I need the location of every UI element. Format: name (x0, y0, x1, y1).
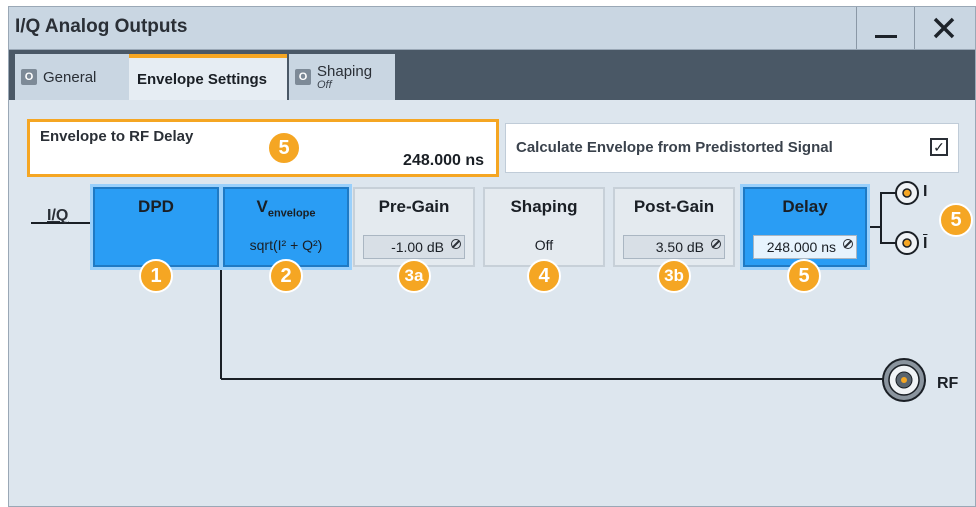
venvelope-title-sub: envelope (267, 207, 316, 220)
rf-output-label: RF (937, 375, 959, 392)
delay-value[interactable]: 248.000 ns (753, 235, 857, 259)
envelope-rf-delay-value[interactable]: 248.000 ns (403, 152, 484, 170)
delay-value-text: 248.000 ns (766, 239, 836, 255)
badge-venvelope: 2 (269, 259, 303, 293)
calculate-envelope-label: Calculate Envelope from Predistorted Sig… (516, 139, 833, 156)
shaping-block[interactable]: Shaping Off (483, 187, 605, 267)
badge-delay: 5 (787, 259, 821, 293)
pre-gain-title: Pre-Gain (378, 197, 450, 216)
minimize-icon (875, 35, 897, 38)
pre-gain-value-text: -1.00 dB (391, 239, 444, 255)
calculate-envelope-checkbox[interactable]: ✓ (930, 138, 948, 156)
tab-shaping-indicator: O (295, 69, 311, 85)
delay-block[interactable]: Delay 248.000 ns (740, 184, 870, 270)
dpd-title: DPD (138, 197, 174, 216)
pre-gain-value[interactable]: -1.00 dB (363, 235, 465, 259)
badge-delay-field: 5 (267, 131, 301, 165)
venvelope-block[interactable]: Venvelope sqrt(I² + Q²) (220, 184, 352, 270)
calculate-envelope-field[interactable]: Calculate Envelope from Predistorted Sig… (505, 123, 959, 173)
tab-envelope-label: Envelope Settings (137, 70, 268, 88)
close-button[interactable] (914, 7, 973, 49)
post-gain-title: Post-Gain (633, 197, 715, 216)
disabled-icon (451, 239, 461, 249)
venvelope-formula: sqrt(I² + Q²) (249, 237, 323, 253)
tab-envelope-settings[interactable]: Envelope Settings (129, 54, 287, 100)
i-output-connector-icon[interactable] (893, 179, 921, 207)
close-icon (933, 17, 955, 39)
tab-shaping-label: Shaping (317, 63, 373, 80)
tab-shaping[interactable]: O Shaping Off (289, 54, 395, 100)
tab-general-indicator: O (21, 69, 37, 85)
post-gain-value[interactable]: 3.50 dB (623, 235, 725, 259)
badge-shaping: 4 (527, 259, 561, 293)
i-output-label: I (923, 183, 928, 200)
title-bar: I/Q Analog Outputs (9, 7, 975, 50)
disabled-icon (843, 239, 853, 249)
window-title: I/Q Analog Outputs (15, 16, 188, 37)
tab-bar: O General Envelope Settings O Shaping Of… (9, 50, 975, 100)
post-gain-value-text: 3.50 dB (655, 239, 704, 255)
venvelope-title: Venvelope (225, 197, 347, 219)
envelope-rf-delay-label: Envelope to RF Delay (40, 128, 194, 145)
venvelope-title-main: V (256, 197, 268, 216)
dpd-block[interactable]: DPD (90, 184, 222, 270)
tab-general-label: General (43, 68, 97, 86)
tab-shaping-text: Shaping Off (317, 63, 372, 91)
ibar-output-connector-icon[interactable] (893, 229, 921, 257)
tab-general[interactable]: O General (15, 54, 129, 100)
badge-pre-gain: 3a (397, 259, 431, 293)
iq-input-label: I/Q (47, 207, 69, 224)
badge-outputs: 5 (939, 203, 973, 237)
pre-gain-block[interactable]: Pre-Gain -1.00 dB (353, 187, 475, 267)
badge-dpd: 1 (139, 259, 173, 293)
ibar-output-label: I (923, 235, 928, 252)
rf-connector-icon[interactable] (881, 357, 927, 403)
post-gain-block[interactable]: Post-Gain 3.50 dB (613, 187, 735, 267)
envelope-rf-delay-field[interactable]: Envelope to RF Delay 248.000 ns (27, 119, 499, 177)
minimize-button[interactable] (856, 7, 915, 49)
shaping-title: Shaping (510, 197, 578, 216)
shaping-value: Off (534, 237, 554, 253)
badge-post-gain: 3b (657, 259, 691, 293)
disabled-icon (711, 239, 721, 249)
delay-title: Delay (782, 197, 828, 216)
tab-shaping-sublabel: Off (317, 79, 332, 91)
dialog-window: I/Q Analog Outputs O General Envelope Se… (8, 6, 976, 507)
